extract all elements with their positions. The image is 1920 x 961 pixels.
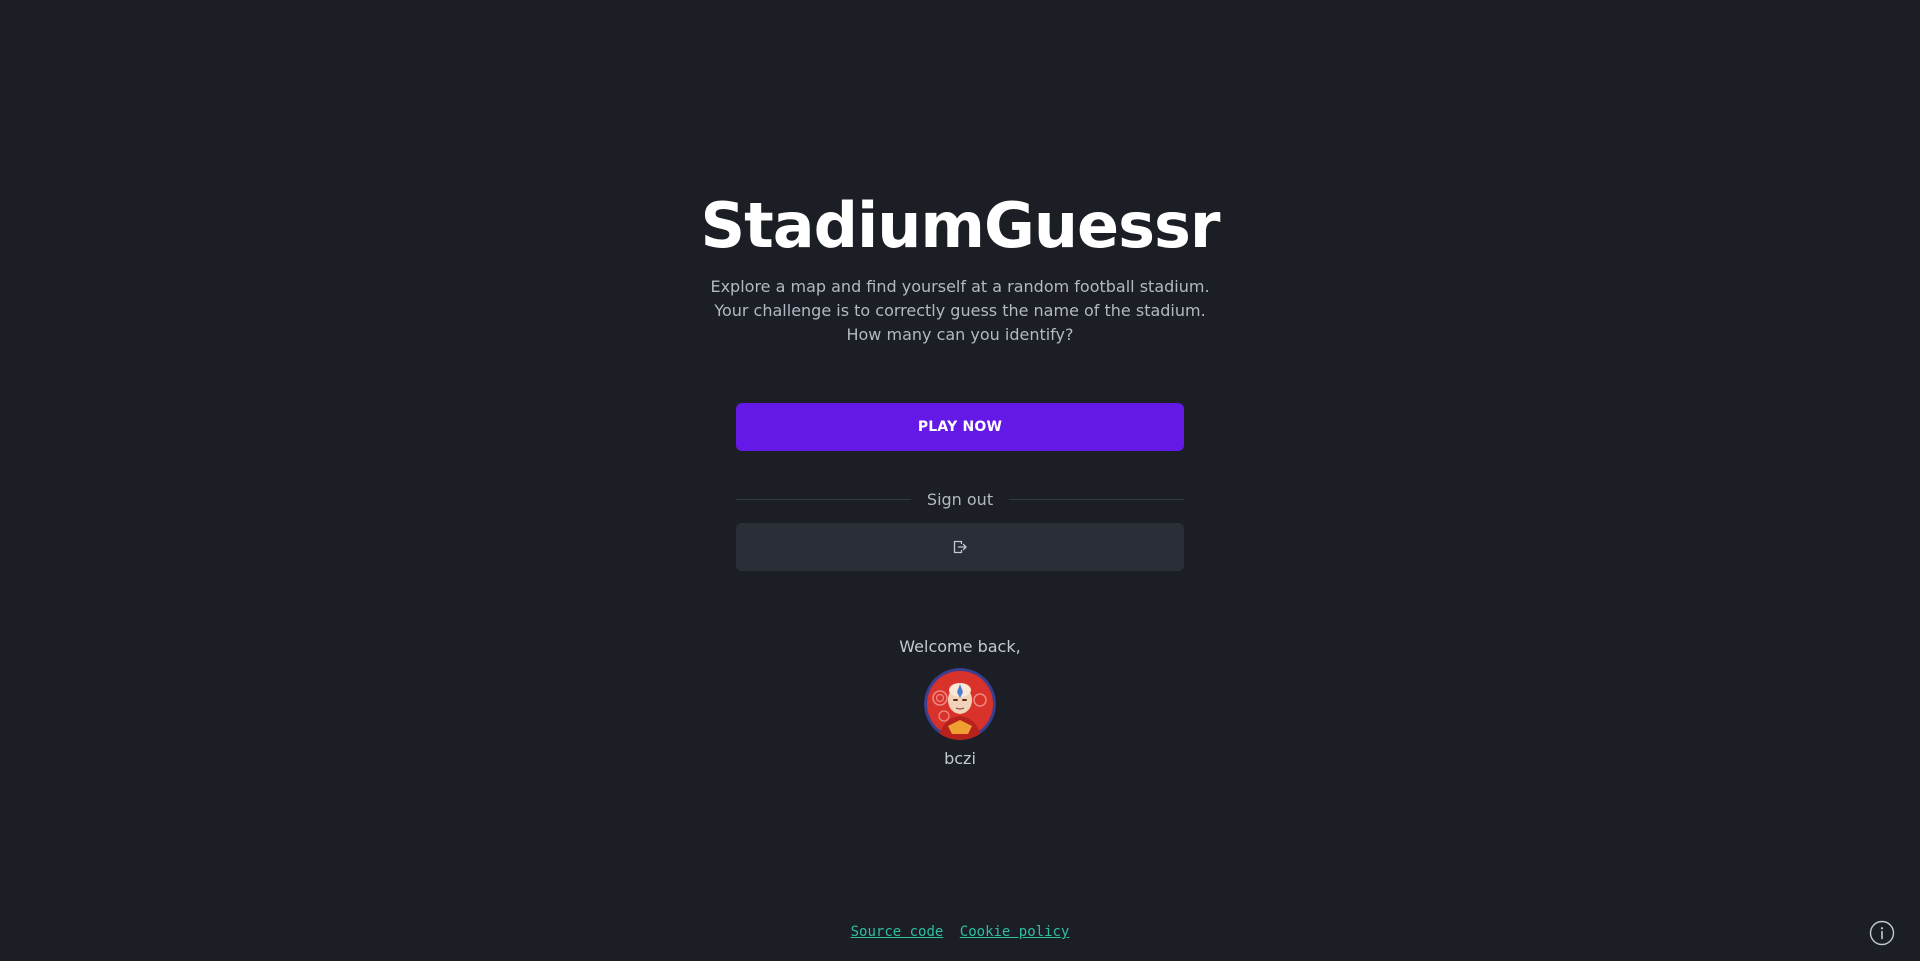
welcome-text: Welcome back, <box>899 637 1021 656</box>
app-description: Explore a map and find yourself at a ran… <box>676 275 1244 347</box>
play-now-button[interactable]: PLAY NOW <box>736 403 1184 451</box>
divider-line <box>736 498 911 500</box>
user-avatar <box>924 668 996 740</box>
info-icon <box>1869 920 1895 946</box>
description-line: Explore a map and find yourself at a ran… <box>710 277 1210 296</box>
divider-line <box>1009 498 1184 500</box>
logout-icon <box>953 540 967 554</box>
info-button[interactable] <box>1869 920 1895 946</box>
description-line: How many can you identify? <box>846 325 1074 344</box>
cookie-policy-link[interactable]: Cookie policy <box>960 924 1070 940</box>
sign-out-button[interactable] <box>736 523 1184 571</box>
footer: Source code Cookie policy <box>0 922 1920 942</box>
description-line: Your challenge is to correctly guess the… <box>714 301 1206 320</box>
app-title: StadiumGuessr <box>700 189 1221 262</box>
username: bczi <box>944 749 976 768</box>
landing-page: StadiumGuessr Explore a map and find you… <box>0 0 1920 961</box>
sign-out-divider: Sign out <box>736 487 1184 511</box>
source-code-link[interactable]: Source code <box>851 924 944 940</box>
divider-label: Sign out <box>926 489 994 509</box>
